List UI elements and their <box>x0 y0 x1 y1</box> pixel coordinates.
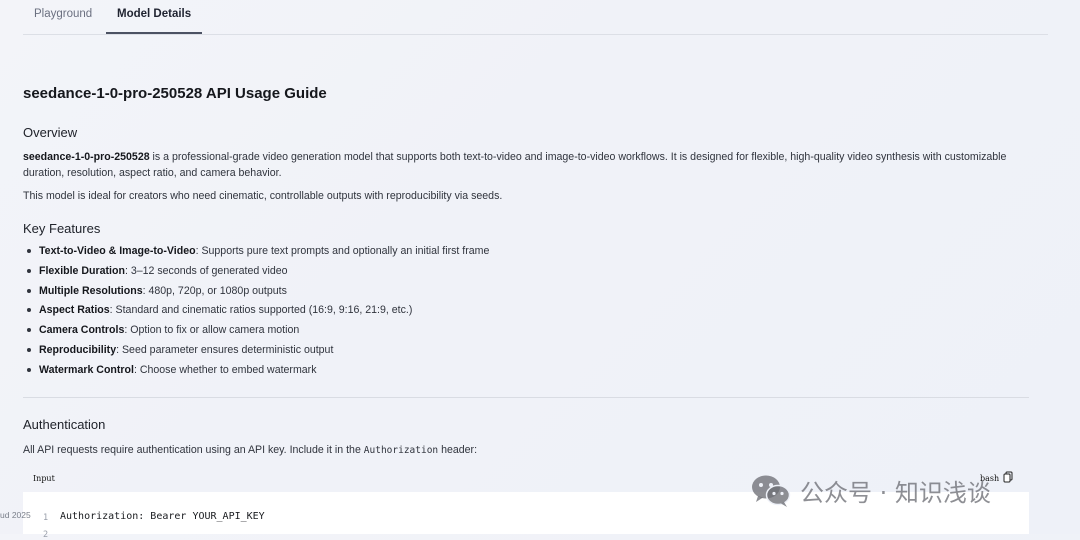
auth-text-before: All API requests require authentication … <box>23 444 364 456</box>
code-language-label: Input <box>33 474 55 483</box>
list-item: Text-to-Video & Image-to-Video: Supports… <box>23 243 489 263</box>
feature-desc: : Supports pure text prompts and optiona… <box>195 245 490 257</box>
bullet-icon <box>27 367 31 372</box>
line-number: 1 <box>43 513 49 523</box>
feature-name: Multiple Resolutions <box>39 284 143 297</box>
list-item: Flexible Duration: 3–12 seconds of gener… <box>23 263 489 283</box>
list-item: Multiple Resolutions: 480p, 720p, or 108… <box>23 283 489 303</box>
tab-model-details[interactable]: Model Details <box>106 0 203 34</box>
feature-name: Aspect Ratios <box>39 304 110 317</box>
feature-name: Flexible Duration <box>39 264 125 277</box>
feature-name: Camera Controls <box>39 324 125 337</box>
footer-copyright: ud 2025 <box>0 510 31 520</box>
list-item: Camera Controls: Option to fix or allow … <box>23 322 489 342</box>
feature-desc: : Choose whether to embed watermark <box>133 363 317 376</box>
wechat-watermark: 公众号 · 知识浅谈 <box>750 470 991 510</box>
feature-name: Reproducibility <box>39 343 117 356</box>
authentication-heading: Authentication <box>23 417 106 432</box>
key-features-list: Text-to-Video & Image-to-Video: Supports… <box>23 243 489 382</box>
wechat-logo-icon <box>752 475 791 507</box>
page-title: seedance-1-0-pro-250528 API Usage Guide <box>23 85 327 102</box>
overview-description: is a professional-grade video generation… <box>23 151 1007 179</box>
bullet-icon <box>27 268 31 273</box>
tab-bar: Playground Model Details <box>23 0 1048 35</box>
overview-paragraph: seedance-1-0-pro-250528 is a professiona… <box>23 149 1033 181</box>
feature-desc: : Option to fix or allow camera motion <box>124 324 300 337</box>
copy-icon[interactable] <box>1003 471 1013 483</box>
overview-heading: Overview <box>23 125 78 140</box>
bullet-icon <box>27 249 31 253</box>
bullet-icon <box>27 328 31 333</box>
feature-desc: : Standard and cinematic ratios supporte… <box>109 304 413 317</box>
feature-desc: : 480p, 720p, or 1080p outputs <box>142 284 287 297</box>
list-item: Reproducibility: Seed parameter ensures … <box>23 342 489 362</box>
bullet-icon <box>27 288 31 293</box>
tab-playground[interactable]: Playground <box>23 0 103 34</box>
list-item: Watermark Control: Choose whether to emb… <box>23 362 489 382</box>
model-name: seedance-1-0-pro-250528 <box>23 151 150 163</box>
list-item: Aspect Ratios: Standard and cinematic ra… <box>23 302 489 322</box>
watermark-text: 公众号 · 知识浅谈 <box>800 478 991 507</box>
authorization-code: Authorization <box>363 445 439 456</box>
bullet-icon <box>27 308 31 313</box>
line-number: 2 <box>43 530 49 540</box>
bullet-icon <box>27 347 31 352</box>
feature-name: Watermark Control <box>39 363 134 376</box>
authentication-text: All API requests require authentication … <box>23 442 1033 459</box>
key-features-heading: Key Features <box>23 221 101 236</box>
code-line: Authorization: Bearer YOUR_API_KEY <box>60 511 265 522</box>
section-divider <box>23 397 1029 398</box>
feature-name: Text-to-Video & Image-to-Video <box>39 245 196 257</box>
auth-text-after: header: <box>438 444 478 456</box>
feature-desc: : Seed parameter ensures deterministic o… <box>116 343 334 356</box>
feature-desc: : 3–12 seconds of generated video <box>124 264 288 277</box>
overview-ideal-text: This model is ideal for creators who nee… <box>23 190 503 202</box>
